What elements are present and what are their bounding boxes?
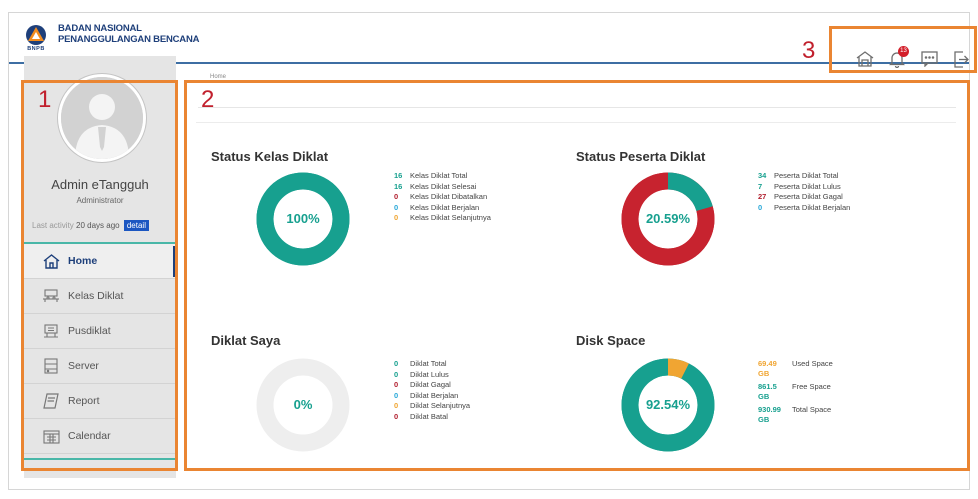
org-name: BADAN NASIONAL PENANGGULANGAN BENCANA xyxy=(58,23,199,45)
bnpb-emblem-icon: BNPB xyxy=(20,23,52,53)
annotation-number-3: 3 xyxy=(802,37,816,64)
annotation-number-1: 1 xyxy=(38,86,52,113)
logo-abbr: BNPB xyxy=(27,46,45,52)
org-name-line1: BADAN NASIONAL xyxy=(58,23,142,34)
annotation-number-2: 2 xyxy=(201,86,215,113)
bnpb-logo[interactable]: BNPB BADAN NASIONAL PENANGGULANGAN BENCA… xyxy=(20,23,199,53)
annotation-box-header-icons xyxy=(829,26,977,73)
top-header: BNPB BADAN NASIONAL PENANGGULANGAN BENCA… xyxy=(9,13,969,61)
org-name-line2: PENANGGULANGAN BENCANA xyxy=(58,34,200,45)
annotation-box-content xyxy=(184,80,970,471)
annotation-box-sidebar xyxy=(21,80,178,471)
